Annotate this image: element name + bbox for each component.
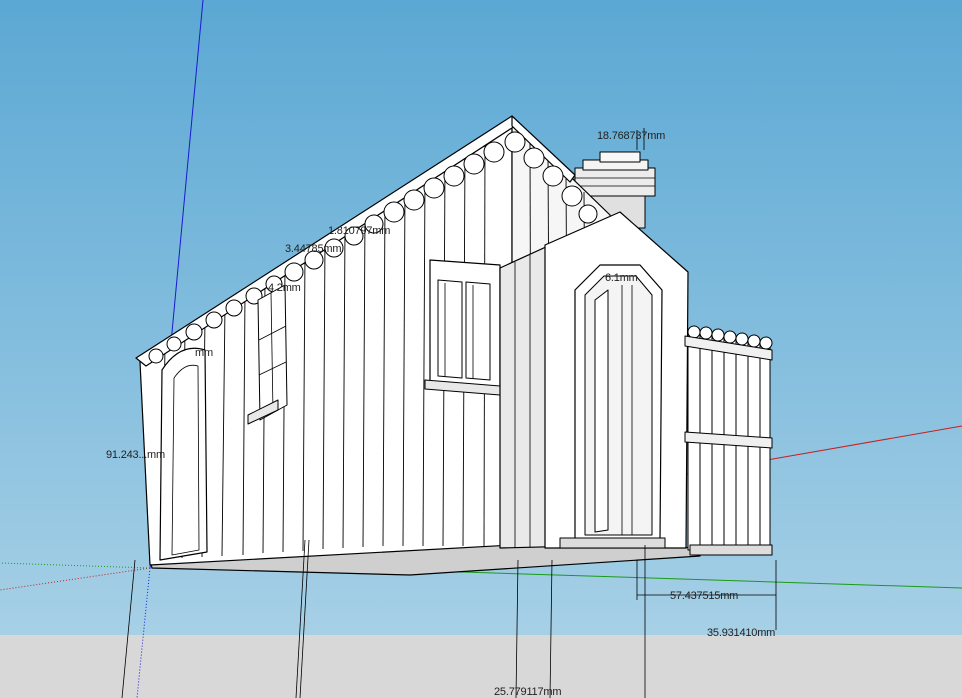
dimension-label-wall-height[interactable]: 91.243...mm (106, 449, 165, 461)
dimension-label-base-depth[interactable]: 25.779117mm (494, 686, 562, 698)
center-window[interactable] (424, 259, 501, 396)
dimension-label-chimney[interactable]: 18.768737mm (597, 130, 665, 142)
dimension-label-fence-offset[interactable]: 35.931410mm (707, 627, 775, 639)
dimension-label-side-left[interactable]: mm (195, 347, 213, 359)
3d-viewport[interactable]: 18.768737mm 1.810797mm 3.44785mm 4.2mm 6… (0, 0, 962, 698)
porch-projection[interactable] (499, 211, 689, 549)
dimension-label-fence-length[interactable]: 57.437515mm (670, 590, 738, 602)
dimension-label-small-1[interactable]: 4.2mm (268, 282, 301, 294)
left-door[interactable] (159, 347, 208, 561)
ground-plane (0, 635, 962, 698)
dimension-label-roof-trim-2[interactable]: 3.44785mm (285, 243, 341, 255)
fence[interactable] (684, 325, 773, 556)
dimension-label-small-2[interactable]: 6.1mm (605, 272, 638, 284)
dimension-label-roof-trim-1[interactable]: 1.810797mm (328, 225, 390, 237)
scene-canvas[interactable] (0, 0, 962, 698)
